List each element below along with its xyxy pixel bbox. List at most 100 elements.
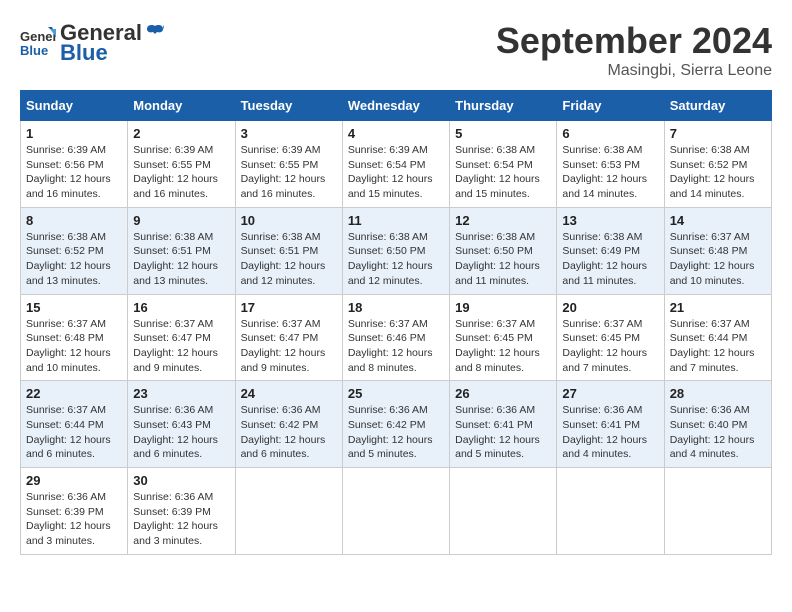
day-info: Sunrise: 6:37 AM Sunset: 6:48 PM Dayligh…	[670, 230, 766, 289]
logo: General Blue General Blue	[20, 20, 166, 66]
day-number: 26	[455, 386, 551, 401]
day-info: Sunrise: 6:36 AM Sunset: 6:39 PM Dayligh…	[26, 490, 122, 549]
day-number: 24	[241, 386, 337, 401]
table-row: 17 Sunrise: 6:37 AM Sunset: 6:47 PM Dayli…	[235, 294, 342, 381]
day-info: Sunrise: 6:38 AM Sunset: 6:52 PM Dayligh…	[670, 143, 766, 202]
day-number: 23	[133, 386, 229, 401]
day-info: Sunrise: 6:38 AM Sunset: 6:51 PM Dayligh…	[133, 230, 229, 289]
table-row: 11Sunrise: 6:38 AM Sunset: 6:50 PM Dayli…	[342, 207, 449, 294]
calendar-week-row: 1Sunrise: 6:39 AM Sunset: 6:56 PM Daylig…	[21, 121, 772, 208]
day-number: 13	[562, 213, 658, 228]
day-number: 27	[562, 386, 658, 401]
calendar-header-row: Sunday Monday Tuesday Wednesday Thursday…	[21, 91, 772, 121]
day-info: Sunrise: 6:38 AM Sunset: 6:50 PM Dayligh…	[455, 230, 551, 289]
day-info: Sunrise: 6:37 AM Sunset: 6:44 PM Dayligh…	[26, 403, 122, 462]
day-info: Sunrise: 6:36 AM Sunset: 6:42 PM Dayligh…	[348, 403, 444, 462]
calendar-week-row: 8Sunrise: 6:38 AM Sunset: 6:52 PM Daylig…	[21, 207, 772, 294]
day-number: 9	[133, 213, 229, 228]
table-row: 19 Sunrise: 6:37 AM Sunset: 6:45 PM Dayli…	[450, 294, 557, 381]
day-info: Sunrise: 6:37 AM Sunset: 6:47 PM Dayligh…	[241, 317, 337, 376]
day-number: 2	[133, 126, 229, 141]
table-row: 2 Sunrise: 6:39 AM Sunset: 6:55 PM Daylig…	[128, 121, 235, 208]
day-info: Sunrise: 6:38 AM Sunset: 6:52 PM Dayligh…	[26, 230, 122, 289]
day-number: 15	[26, 300, 122, 315]
table-row: 28 Sunrise: 6:36 AM Sunset: 6:40 PM Dayli…	[664, 381, 771, 468]
day-info: Sunrise: 6:39 AM Sunset: 6:55 PM Dayligh…	[241, 143, 337, 202]
day-number: 5	[455, 126, 551, 141]
table-row: 13 Sunrise: 6:38 AM Sunset: 6:49 PM Dayli…	[557, 207, 664, 294]
day-info: Sunrise: 6:39 AM Sunset: 6:54 PM Dayligh…	[348, 143, 444, 202]
day-info: Sunrise: 6:38 AM Sunset: 6:50 PM Dayligh…	[348, 230, 444, 289]
day-info: Sunrise: 6:37 AM Sunset: 6:44 PM Dayligh…	[670, 317, 766, 376]
table-row: 23 Sunrise: 6:36 AM Sunset: 6:43 PM Dayli…	[128, 381, 235, 468]
table-row: 15 Sunrise: 6:37 AM Sunset: 6:48 PM Dayli…	[21, 294, 128, 381]
day-info: Sunrise: 6:36 AM Sunset: 6:41 PM Dayligh…	[455, 403, 551, 462]
calendar-week-row: 15 Sunrise: 6:37 AM Sunset: 6:48 PM Dayli…	[21, 294, 772, 381]
day-info: Sunrise: 6:39 AM Sunset: 6:55 PM Dayligh…	[133, 143, 229, 202]
day-number: 14	[670, 213, 766, 228]
table-row	[235, 468, 342, 555]
logo-bird-icon	[146, 22, 164, 40]
title-block: September 2024 Masingbi, Sierra Leone	[496, 20, 772, 80]
table-row	[342, 468, 449, 555]
day-number: 4	[348, 126, 444, 141]
table-row: 8Sunrise: 6:38 AM Sunset: 6:52 PM Daylig…	[21, 207, 128, 294]
table-row: 30 Sunrise: 6:36 AM Sunset: 6:39 PM Dayli…	[128, 468, 235, 555]
day-info: Sunrise: 6:36 AM Sunset: 6:42 PM Dayligh…	[241, 403, 337, 462]
svg-text:Blue: Blue	[20, 43, 48, 58]
day-number: 25	[348, 386, 444, 401]
day-number: 16	[133, 300, 229, 315]
day-number: 22	[26, 386, 122, 401]
day-number: 12	[455, 213, 551, 228]
location-subtitle: Masingbi, Sierra Leone	[496, 62, 772, 80]
day-number: 28	[670, 386, 766, 401]
day-info: Sunrise: 6:38 AM Sunset: 6:53 PM Dayligh…	[562, 143, 658, 202]
day-info: Sunrise: 6:37 AM Sunset: 6:45 PM Dayligh…	[455, 317, 551, 376]
month-title: September 2024	[496, 20, 772, 62]
day-info: Sunrise: 6:38 AM Sunset: 6:54 PM Dayligh…	[455, 143, 551, 202]
day-info: Sunrise: 6:37 AM Sunset: 6:48 PM Dayligh…	[26, 317, 122, 376]
day-number: 3	[241, 126, 337, 141]
day-info: Sunrise: 6:37 AM Sunset: 6:47 PM Dayligh…	[133, 317, 229, 376]
table-row: 14 Sunrise: 6:37 AM Sunset: 6:48 PM Dayli…	[664, 207, 771, 294]
table-row: 24 Sunrise: 6:36 AM Sunset: 6:42 PM Dayli…	[235, 381, 342, 468]
svg-text:General: General	[20, 29, 56, 44]
day-info: Sunrise: 6:36 AM Sunset: 6:40 PM Dayligh…	[670, 403, 766, 462]
table-row: 29Sunrise: 6:36 AM Sunset: 6:39 PM Dayli…	[21, 468, 128, 555]
col-friday: Friday	[557, 91, 664, 121]
page-header: General Blue General Blue September 2024…	[20, 20, 772, 80]
day-info: Sunrise: 6:36 AM Sunset: 6:39 PM Dayligh…	[133, 490, 229, 549]
table-row	[450, 468, 557, 555]
table-row: 5 Sunrise: 6:38 AM Sunset: 6:54 PM Daylig…	[450, 121, 557, 208]
col-wednesday: Wednesday	[342, 91, 449, 121]
day-number: 17	[241, 300, 337, 315]
day-number: 20	[562, 300, 658, 315]
table-row: 9 Sunrise: 6:38 AM Sunset: 6:51 PM Daylig…	[128, 207, 235, 294]
table-row: 18Sunrise: 6:37 AM Sunset: 6:46 PM Dayli…	[342, 294, 449, 381]
day-number: 30	[133, 473, 229, 488]
calendar-week-row: 29Sunrise: 6:36 AM Sunset: 6:39 PM Dayli…	[21, 468, 772, 555]
day-number: 19	[455, 300, 551, 315]
table-row: 6Sunrise: 6:38 AM Sunset: 6:53 PM Daylig…	[557, 121, 664, 208]
col-thursday: Thursday	[450, 91, 557, 121]
table-row: 26 Sunrise: 6:36 AM Sunset: 6:41 PM Dayli…	[450, 381, 557, 468]
table-row: 22 Sunrise: 6:37 AM Sunset: 6:44 PM Dayli…	[21, 381, 128, 468]
day-number: 1	[26, 126, 122, 141]
table-row: 3 Sunrise: 6:39 AM Sunset: 6:55 PM Daylig…	[235, 121, 342, 208]
table-row: 20 Sunrise: 6:37 AM Sunset: 6:45 PM Dayli…	[557, 294, 664, 381]
col-tuesday: Tuesday	[235, 91, 342, 121]
day-info: Sunrise: 6:38 AM Sunset: 6:49 PM Dayligh…	[562, 230, 658, 289]
calendar-week-row: 22 Sunrise: 6:37 AM Sunset: 6:44 PM Dayli…	[21, 381, 772, 468]
day-info: Sunrise: 6:36 AM Sunset: 6:43 PM Dayligh…	[133, 403, 229, 462]
day-info: Sunrise: 6:37 AM Sunset: 6:45 PM Dayligh…	[562, 317, 658, 376]
day-number: 21	[670, 300, 766, 315]
day-info: Sunrise: 6:38 AM Sunset: 6:51 PM Dayligh…	[241, 230, 337, 289]
table-row: 27Sunrise: 6:36 AM Sunset: 6:41 PM Dayli…	[557, 381, 664, 468]
table-row	[557, 468, 664, 555]
table-row: 25 Sunrise: 6:36 AM Sunset: 6:42 PM Dayli…	[342, 381, 449, 468]
col-sunday: Sunday	[21, 91, 128, 121]
day-number: 7	[670, 126, 766, 141]
col-monday: Monday	[128, 91, 235, 121]
table-row: 1Sunrise: 6:39 AM Sunset: 6:56 PM Daylig…	[21, 121, 128, 208]
table-row	[664, 468, 771, 555]
